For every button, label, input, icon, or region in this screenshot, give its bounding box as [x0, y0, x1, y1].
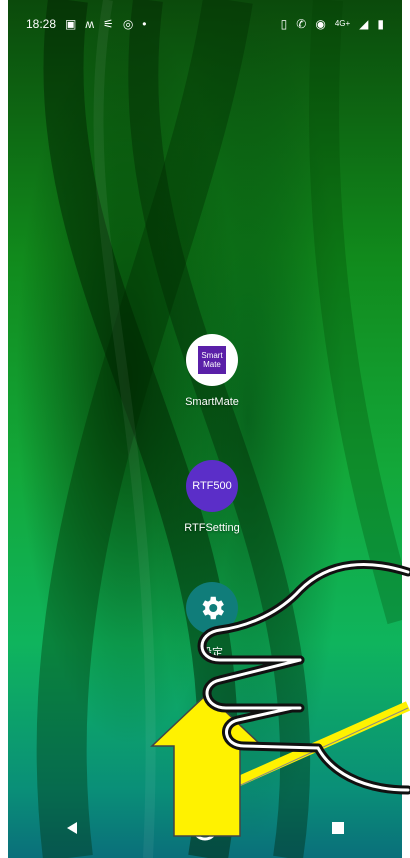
- status-right: ▯ ✆ ◉ 4G+ ◢ ▮: [281, 18, 384, 30]
- gear-icon[interactable]: [186, 582, 238, 634]
- dot-icon: •: [142, 17, 147, 31]
- back-icon[interactable]: [64, 820, 80, 836]
- smartmate-icon[interactable]: Smart Mate: [186, 334, 238, 386]
- status-left: 18:28 ▣ ʍ ⚟ ◎ •: [26, 17, 147, 31]
- m-icon: ʍ: [85, 17, 95, 31]
- app-label-smartmate[interactable]: SmartMate: [152, 396, 272, 408]
- signal-icon: ◢: [359, 17, 369, 31]
- app-smartmate[interactable]: Smart Mate SmartMate: [152, 334, 272, 408]
- wifi-off-icon: ⚟: [103, 17, 114, 31]
- vibrate-icon: ▯: [280, 17, 288, 31]
- home-screen: 18:28 ▣ ʍ ⚟ ◎ • ▯ ✆ ◉ 4G+ ◢ ▮ Smart Mate…: [8, 0, 402, 858]
- battery-icon: ▮: [377, 17, 384, 31]
- volte-icon: ✆: [296, 17, 307, 31]
- app-rtfsetting[interactable]: RTF500 RTFSetting: [152, 460, 272, 534]
- hotspot-icon: ◉: [315, 17, 326, 31]
- image-icon: ▣: [65, 17, 77, 31]
- wallpaper: [36, 0, 402, 858]
- app-label-settings[interactable]: 設定: [152, 644, 272, 660]
- nav-bar: [8, 798, 402, 858]
- status-bar: 18:28 ▣ ʍ ⚟ ◎ • ▯ ✆ ◉ 4G+ ◢ ▮: [8, 0, 402, 48]
- home-icon[interactable]: [192, 815, 218, 841]
- clock: 18:28: [26, 17, 57, 31]
- app-settings[interactable]: 設定: [152, 582, 272, 660]
- rtf500-logo-text: RTF500: [192, 480, 232, 492]
- smartmate-logo: Smart Mate: [198, 346, 226, 374]
- app-label-rtfsetting[interactable]: RTFSetting: [152, 522, 272, 534]
- 4g-icon: 4G+: [334, 19, 351, 28]
- smartmate-logo-line1: Smart: [201, 351, 223, 360]
- smartmate-logo-line2: Mate: [203, 360, 221, 369]
- rtf500-icon[interactable]: RTF500: [186, 460, 238, 512]
- recents-icon[interactable]: [330, 820, 346, 836]
- sync-icon: ◎: [122, 17, 134, 31]
